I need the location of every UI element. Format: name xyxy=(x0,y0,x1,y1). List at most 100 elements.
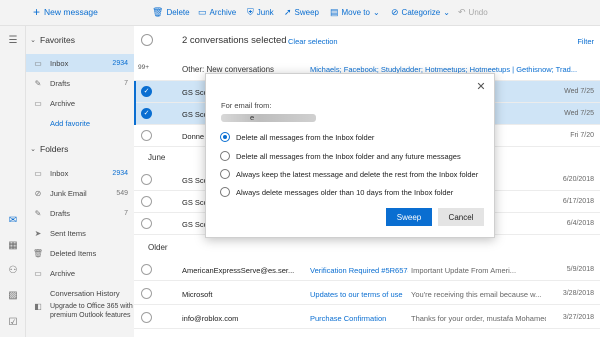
row-checkbox[interactable] xyxy=(141,196,152,207)
folders-header[interactable]: ⌄ Folders xyxy=(26,140,134,158)
redacted-address xyxy=(221,114,316,122)
folder-deleted-items[interactable]: 🗑 Deleted Items xyxy=(26,244,134,262)
radio-button[interactable] xyxy=(220,187,230,197)
sweep-option-4[interactable]: Always delete messages older than 10 day… xyxy=(220,186,453,198)
sweep-label: Sweep xyxy=(294,8,320,17)
folder-junk-email[interactable]: ⊘ Junk Email 549 xyxy=(26,184,134,202)
preview: Important Update From Ameri... xyxy=(411,266,517,275)
date: Wed 7/25 xyxy=(564,110,594,117)
cancel-button[interactable]: Cancel xyxy=(438,208,484,226)
message-row[interactable]: info@roblox.com Purchase Confirmation Th… xyxy=(134,307,600,329)
command-bar: + New message 🗑 Delete ▭ Archive ⛨ Junk ➚ Sw… xyxy=(0,0,600,26)
trash-icon: 🗑 xyxy=(32,248,44,258)
close-icon[interactable]: ✕ xyxy=(476,82,486,93)
add-favorite-label: Add favorite xyxy=(50,118,91,128)
filter-dropdown[interactable]: Filter xyxy=(577,37,594,46)
upgrade-office-link[interactable]: ◧ Upgrade to Office 365 with premium Out… xyxy=(26,302,134,328)
row-checkbox[interactable]: ✓ xyxy=(141,86,152,97)
favorite-archive[interactable]: ▭ Archive xyxy=(26,94,134,112)
folder-label: Inbox xyxy=(50,58,69,68)
inbox-icon: ▭ xyxy=(34,168,42,178)
junk-button[interactable]: ⛨ Junk xyxy=(247,7,274,18)
date: 6/4/2018 xyxy=(566,220,594,227)
row-checkbox[interactable]: ✓ xyxy=(141,108,152,119)
sweep-option-3[interactable]: Always keep the latest message and delet… xyxy=(220,168,478,180)
unread-count: 2934 xyxy=(112,59,128,67)
photos-icon[interactable]: ▨ xyxy=(7,291,19,301)
categorize-button[interactable]: ⊘ Categorize ⌄ xyxy=(391,7,450,18)
app-rail: ☰ ✉ ▦ ⚇ ▨ ☑ xyxy=(0,26,26,337)
folder-archive[interactable]: ▭ Archive xyxy=(26,264,134,282)
pencil-icon: ✎ xyxy=(34,208,42,218)
shield-icon: ⛨ xyxy=(247,7,254,17)
tasks-icon[interactable]: ☑ xyxy=(7,318,19,328)
calendar-icon[interactable]: ▦ xyxy=(7,241,19,251)
new-message-label: New message xyxy=(44,7,98,17)
date: 3/27/2018 xyxy=(562,314,594,321)
select-all-checkbox[interactable] xyxy=(141,34,153,46)
radio-button[interactable] xyxy=(220,132,230,142)
people-icon[interactable]: ⚇ xyxy=(7,266,19,276)
group-header-older: Older xyxy=(148,243,168,252)
undo-label: Undo xyxy=(468,8,488,17)
sweep-option-2[interactable]: Delete all messages from the Inbox folde… xyxy=(220,150,461,162)
sweep-confirm-button[interactable]: Sweep xyxy=(386,208,432,226)
message-row[interactable]: AmericanExpressServe@es.ser... Verificat… xyxy=(134,259,600,281)
trash-icon: 🗑 xyxy=(152,7,164,17)
other-count-badge: 99+ xyxy=(138,64,150,71)
folder-label: Drafts xyxy=(50,78,71,88)
chevron-down-icon: ⌄ xyxy=(30,37,36,44)
row-checkbox[interactable] xyxy=(141,264,152,275)
folder-drafts[interactable]: ✎ Drafts 7 xyxy=(26,204,134,222)
folder-label: Sent Items xyxy=(50,228,86,238)
preview: Thanks for your order, mustafa Mohamed .… xyxy=(411,314,546,323)
row-checkbox[interactable] xyxy=(141,288,152,299)
move-to-button[interactable]: ▤ Move to ⌄ xyxy=(330,7,380,18)
delete-button[interactable]: 🗑 Delete xyxy=(152,7,190,18)
date: 6/17/2018 xyxy=(562,198,594,205)
message-row[interactable]: Microsoft Updates to our terms of use Yo… xyxy=(134,283,600,305)
favorite-drafts[interactable]: ✎ Drafts 7 xyxy=(26,74,134,92)
folder-conversation-history[interactable]: Conversation History xyxy=(26,284,134,302)
hamburger-icon[interactable]: ☰ xyxy=(7,36,19,46)
folder-label: Archive xyxy=(50,98,76,108)
new-message-button[interactable]: + New message xyxy=(33,5,98,19)
archive-button[interactable]: ▭ Archive xyxy=(198,7,236,18)
pencil-icon: ✎ xyxy=(34,78,42,88)
categorize-label: Categorize xyxy=(401,8,441,17)
add-favorite-link[interactable]: Add favorite xyxy=(26,114,134,132)
date: Fri 7/20 xyxy=(570,132,594,139)
date: Wed 7/25 xyxy=(564,88,594,95)
clear-selection-link[interactable]: Clear selection xyxy=(288,37,338,46)
tag-icon: ⊘ xyxy=(391,7,399,17)
radio-button[interactable] xyxy=(220,169,230,179)
row-checkbox[interactable] xyxy=(141,312,152,323)
send-icon: ➤ xyxy=(34,228,42,238)
row-checkbox[interactable] xyxy=(141,218,152,229)
folder-label: Junk Email xyxy=(50,188,87,198)
delete-label: Delete xyxy=(166,8,190,17)
favorite-inbox[interactable]: ▭ Inbox 2934 xyxy=(26,54,134,72)
favorites-label: Favorites xyxy=(40,35,75,45)
row-checkbox[interactable] xyxy=(141,174,152,185)
plus-icon: + xyxy=(33,5,41,19)
folder-inbox[interactable]: ▭ Inbox 2934 xyxy=(26,164,134,182)
undo-button[interactable]: ↶ Undo xyxy=(458,7,488,18)
row-checkbox[interactable] xyxy=(141,130,152,141)
favorites-header[interactable]: ⌄ Favorites xyxy=(26,31,134,49)
selection-header: 2 conversations selected Clear selection… xyxy=(134,26,600,56)
chevron-down-icon: ⌄ xyxy=(443,8,450,17)
subject: Updates to our terms of use xyxy=(310,290,403,299)
junk-label: Junk xyxy=(256,8,274,17)
sweep-option-1[interactable]: Delete all messages from the Inbox folde… xyxy=(220,131,374,143)
mail-icon[interactable]: ✉ xyxy=(7,216,19,226)
subject: Verification Required #5R657825703 xyxy=(310,266,408,275)
undo-icon: ↶ xyxy=(458,7,466,17)
folder-sent-items[interactable]: ➤ Sent Items xyxy=(26,224,134,242)
move-to-label: Move to xyxy=(341,8,370,17)
option-label: Always delete messages older than 10 day… xyxy=(236,187,454,197)
sweep-button[interactable]: ➚ Sweep xyxy=(284,7,319,18)
folder-label: Archive xyxy=(50,268,76,278)
radio-button[interactable] xyxy=(220,151,230,161)
folder-label: Conversation History xyxy=(50,288,120,298)
